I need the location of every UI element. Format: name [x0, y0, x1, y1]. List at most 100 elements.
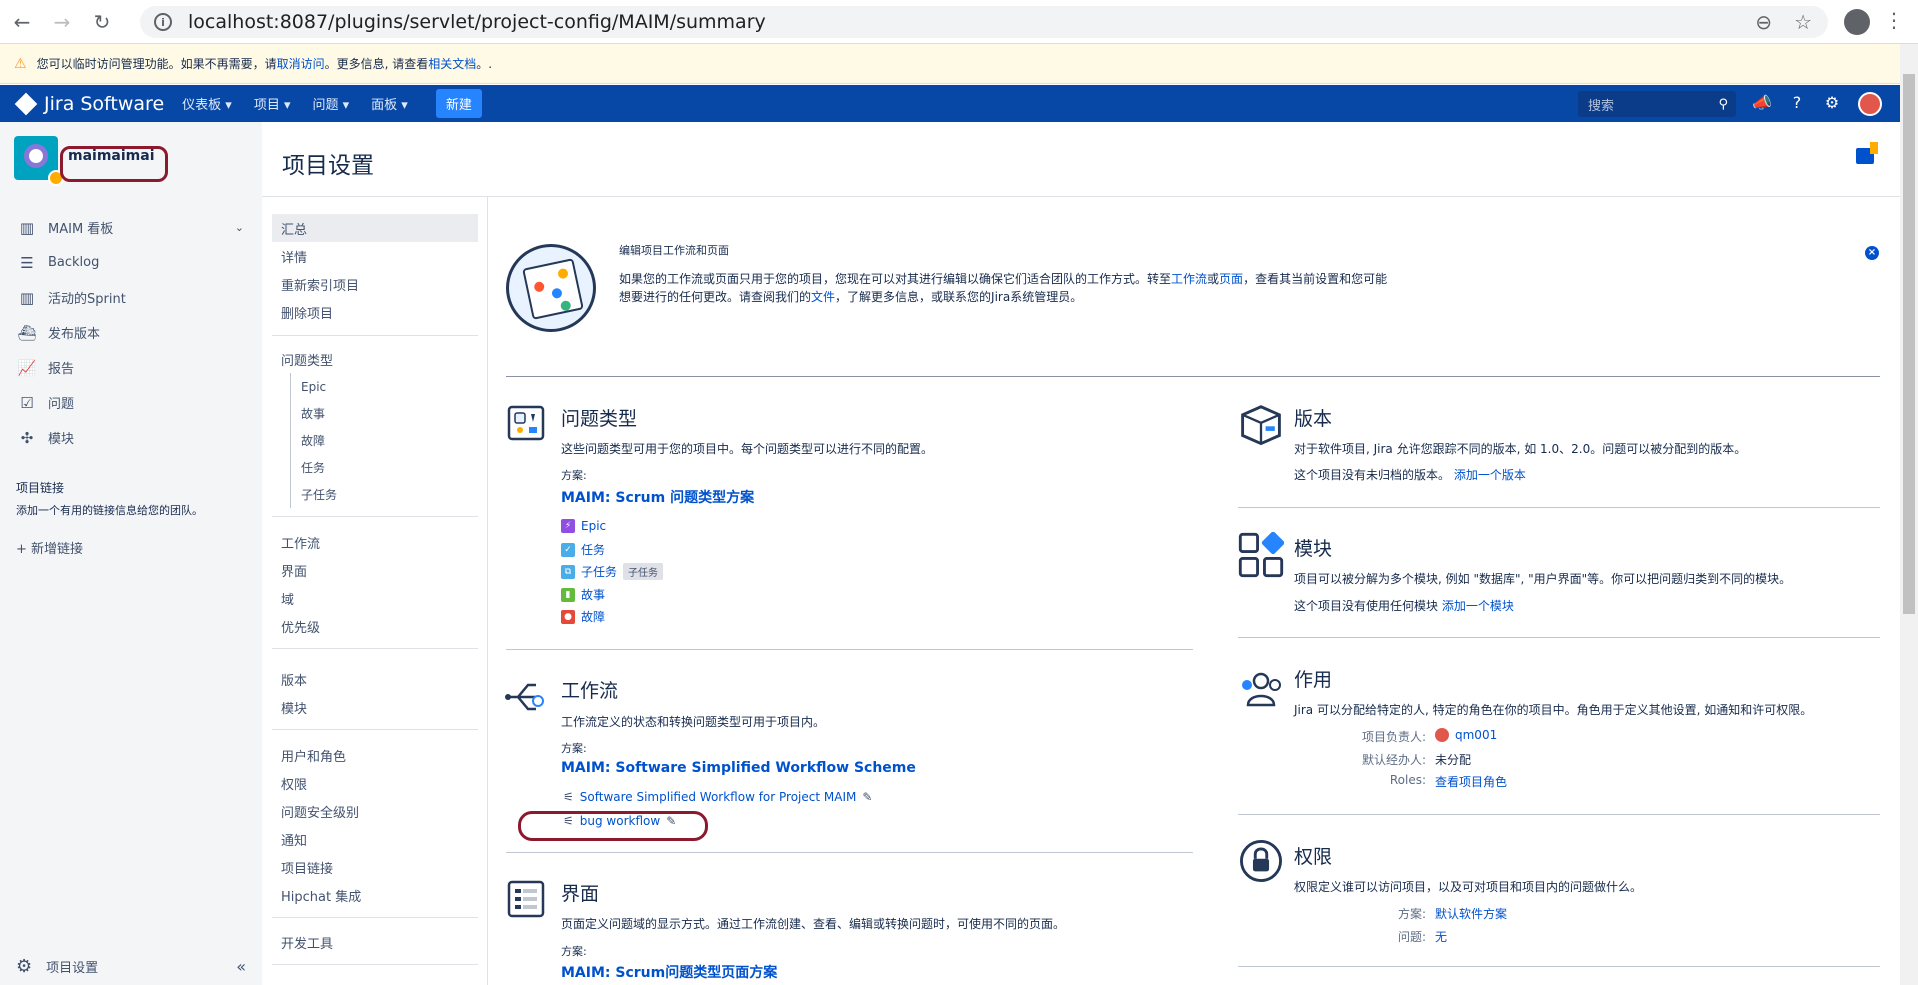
user-avatar[interactable] — [1858, 92, 1882, 116]
add-link-button[interactable]: + 新增链接 — [16, 538, 83, 557]
info-icon[interactable]: i — [154, 13, 172, 31]
screens-title[interactable]: 界面 — [561, 879, 599, 906]
notifications-icon[interactable]: 📣 — [1752, 93, 1772, 113]
browser-menu-icon[interactable]: ⋮ — [1884, 8, 1904, 32]
cfg-nav-notifications[interactable]: 通知 — [272, 825, 478, 853]
add-version-link[interactable]: 添加一个版本 — [1454, 468, 1526, 482]
issue-type-subtask[interactable]: ⧉ 子任务 子任务 — [561, 563, 664, 580]
issue-type-task[interactable]: ✓ 任务 — [561, 541, 605, 558]
menu-dashboards[interactable]: 仪表板 ▾ — [182, 94, 232, 113]
screen-link[interactable]: 页面 — [1219, 272, 1243, 286]
back-icon[interactable]: ← — [4, 4, 40, 40]
project-avatar[interactable] — [14, 136, 64, 186]
screen-scheme-link[interactable]: MAIM: Scrum问题类型页面方案 — [561, 962, 777, 982]
scheme-label: 方案: — [561, 945, 587, 958]
config-nav: 汇总 详情 重新索引项目 删除项目 问题类型 Epic 故事 故障 任务 子任务… — [262, 196, 488, 985]
cancel-access-link[interactable]: 取消访问 — [277, 55, 325, 72]
cfg-nav-users-roles[interactable]: 用户和角色 — [272, 741, 478, 769]
cfg-nav-permissions[interactable]: 权限 — [272, 769, 478, 797]
close-icon[interactable]: × — [1865, 246, 1879, 260]
workflow-scheme-link[interactable]: MAIM: Software Simplified Workflow Schem… — [561, 760, 916, 776]
cfg-nav-issue-security[interactable]: 问题安全级别 — [272, 797, 478, 825]
forward-icon[interactable]: → — [44, 4, 80, 40]
cfg-nav-summary[interactable]: 汇总 — [272, 214, 478, 242]
cfg-nav-hipchat[interactable]: Hipchat 集成 — [272, 881, 478, 909]
issue-type-bug[interactable]: ● 故障 — [561, 608, 605, 625]
components-title[interactable]: 模块 — [1294, 534, 1332, 561]
cfg-nav-dev-tools[interactable]: 开发工具 — [272, 928, 478, 956]
sidebar-item-active-sprint[interactable]: ▥ 活动的Sprint — [0, 280, 262, 315]
help-icon[interactable]: ? — [1787, 93, 1807, 113]
cfg-nav-versions[interactable]: 版本 — [272, 665, 478, 693]
sidebar-item-board[interactable]: ▥ MAIM 看板 ⌄ — [0, 210, 262, 245]
issue-type-epic[interactable]: ⚡ Epic — [561, 519, 606, 533]
permissions-title[interactable]: 权限 — [1294, 842, 1332, 869]
cfg-nav-components[interactable]: 模块 — [272, 693, 478, 721]
cfg-nav-project-links[interactable]: 项目链接 — [272, 853, 478, 881]
cfg-nav-priorities[interactable]: 优先级 — [272, 612, 478, 640]
cfg-nav-issue-subtask[interactable]: 子任务 — [290, 481, 478, 508]
issue-types-title[interactable]: 问题类型 — [561, 404, 637, 431]
edit-pencil-icon[interactable]: ✎ — [862, 790, 872, 804]
search-input[interactable]: 搜索 ⚲ — [1578, 91, 1736, 117]
workflow-title[interactable]: 工作流 — [561, 676, 618, 703]
workflow-item[interactable]: ⚟ Software Simplified Workflow for Proje… — [563, 790, 872, 804]
reload-icon[interactable]: ↻ — [84, 4, 120, 40]
page-scrollbar[interactable] — [1900, 44, 1918, 985]
add-component-link[interactable]: 添加一个模块 — [1442, 599, 1514, 613]
menu-projects[interactable]: 项目 ▾ — [254, 94, 291, 113]
feedback-icon[interactable] — [1856, 142, 1878, 164]
epic-icon: ⚡ — [561, 519, 575, 533]
cfg-nav-issue-task[interactable]: 任务 — [290, 454, 478, 481]
create-button[interactable]: 新建 — [435, 89, 482, 118]
menu-boards[interactable]: 面板 ▾ — [371, 94, 408, 113]
workflow-link[interactable]: Software Simplified Workflow for Project… — [580, 790, 857, 804]
cfg-nav-reindex[interactable]: 重新索引项目 — [272, 270, 478, 298]
workflow-link[interactable]: 工作流 — [1171, 272, 1207, 286]
cfg-nav-fields[interactable]: 域 — [272, 584, 478, 612]
scheme-label: 方案: — [561, 469, 587, 482]
cfg-nav-screens[interactable]: 界面 — [272, 556, 478, 584]
search-icon[interactable]: ⚲ — [1718, 97, 1728, 112]
collapse-sidebar-icon[interactable]: « — [236, 957, 246, 976]
cfg-nav-issue-types[interactable]: 问题类型 — [272, 345, 478, 373]
docs-file-link[interactable]: 文件 — [811, 290, 835, 304]
cfg-nav-details[interactable]: 详情 — [272, 242, 478, 270]
cfg-nav-workflows[interactable]: 工作流 — [272, 528, 478, 556]
sidebar-item-releases[interactable]: ⛴ 发布版本 — [0, 315, 262, 350]
lead-link[interactable]: qm001 — [1455, 728, 1497, 742]
settings-gear-icon[interactable]: ⚙ — [1822, 93, 1842, 113]
illustration-node — [557, 267, 569, 280]
url-text[interactable]: localhost:8087/plugins/servlet/project-c… — [188, 11, 766, 33]
bookmark-star-icon[interactable]: ☆ — [1794, 10, 1812, 34]
issue-type-label: 任务 — [581, 543, 606, 557]
config-nav-group: 工作流 界面 域 优先级 — [272, 528, 478, 649]
sidebar-item-reports[interactable]: 📈 报告 — [0, 350, 262, 385]
components-icon — [1238, 532, 1284, 578]
view-roles-link[interactable]: 查看项目角色 — [1435, 773, 1507, 790]
page-title: 项目设置 — [282, 153, 374, 179]
sidebar-settings[interactable]: ⚙ 项目设置 « — [16, 956, 246, 977]
roles-title[interactable]: 作用 — [1294, 665, 1332, 692]
issue-type-scheme-link[interactable]: MAIM: Scrum 问题类型方案 — [561, 487, 754, 507]
issue-security-link[interactable]: 无 — [1435, 928, 1447, 945]
profile-icon[interactable] — [1844, 9, 1870, 35]
cfg-nav-delete[interactable]: 删除项目 — [272, 298, 478, 326]
jira-logo[interactable]: Jira Software — [14, 92, 164, 115]
cfg-nav-issue-bug[interactable]: 故障 — [290, 427, 478, 454]
zoom-icon[interactable]: ⊖ — [1755, 10, 1772, 34]
address-bar[interactable]: i localhost:8087/plugins/servlet/project… — [140, 6, 1828, 38]
issue-type-story[interactable]: ▮ 故事 — [561, 586, 605, 603]
chevron-down-icon[interactable]: ⌄ — [235, 221, 244, 234]
scrollbar-thumb[interactable] — [1903, 74, 1915, 614]
sidebar-item-backlog[interactable]: ☰ Backlog — [0, 245, 262, 280]
menu-issues[interactable]: 问题 ▾ — [312, 94, 349, 113]
sidebar-item-components[interactable]: ✣ 模块 — [0, 420, 262, 455]
docs-link[interactable]: 相关文档 — [428, 55, 476, 72]
cfg-nav-issue-epic[interactable]: Epic — [290, 373, 478, 400]
versions-desc: 对于软件项目, Jira 允许您跟踪不同的版本, 如 1.0、2.0。问题可以被… — [1294, 442, 1747, 456]
cfg-nav-issue-story[interactable]: 故事 — [290, 400, 478, 427]
sidebar-item-issues[interactable]: ☑ 问题 — [0, 385, 262, 420]
permission-scheme-link[interactable]: 默认软件方案 — [1435, 905, 1507, 922]
versions-title[interactable]: 版本 — [1294, 404, 1332, 431]
